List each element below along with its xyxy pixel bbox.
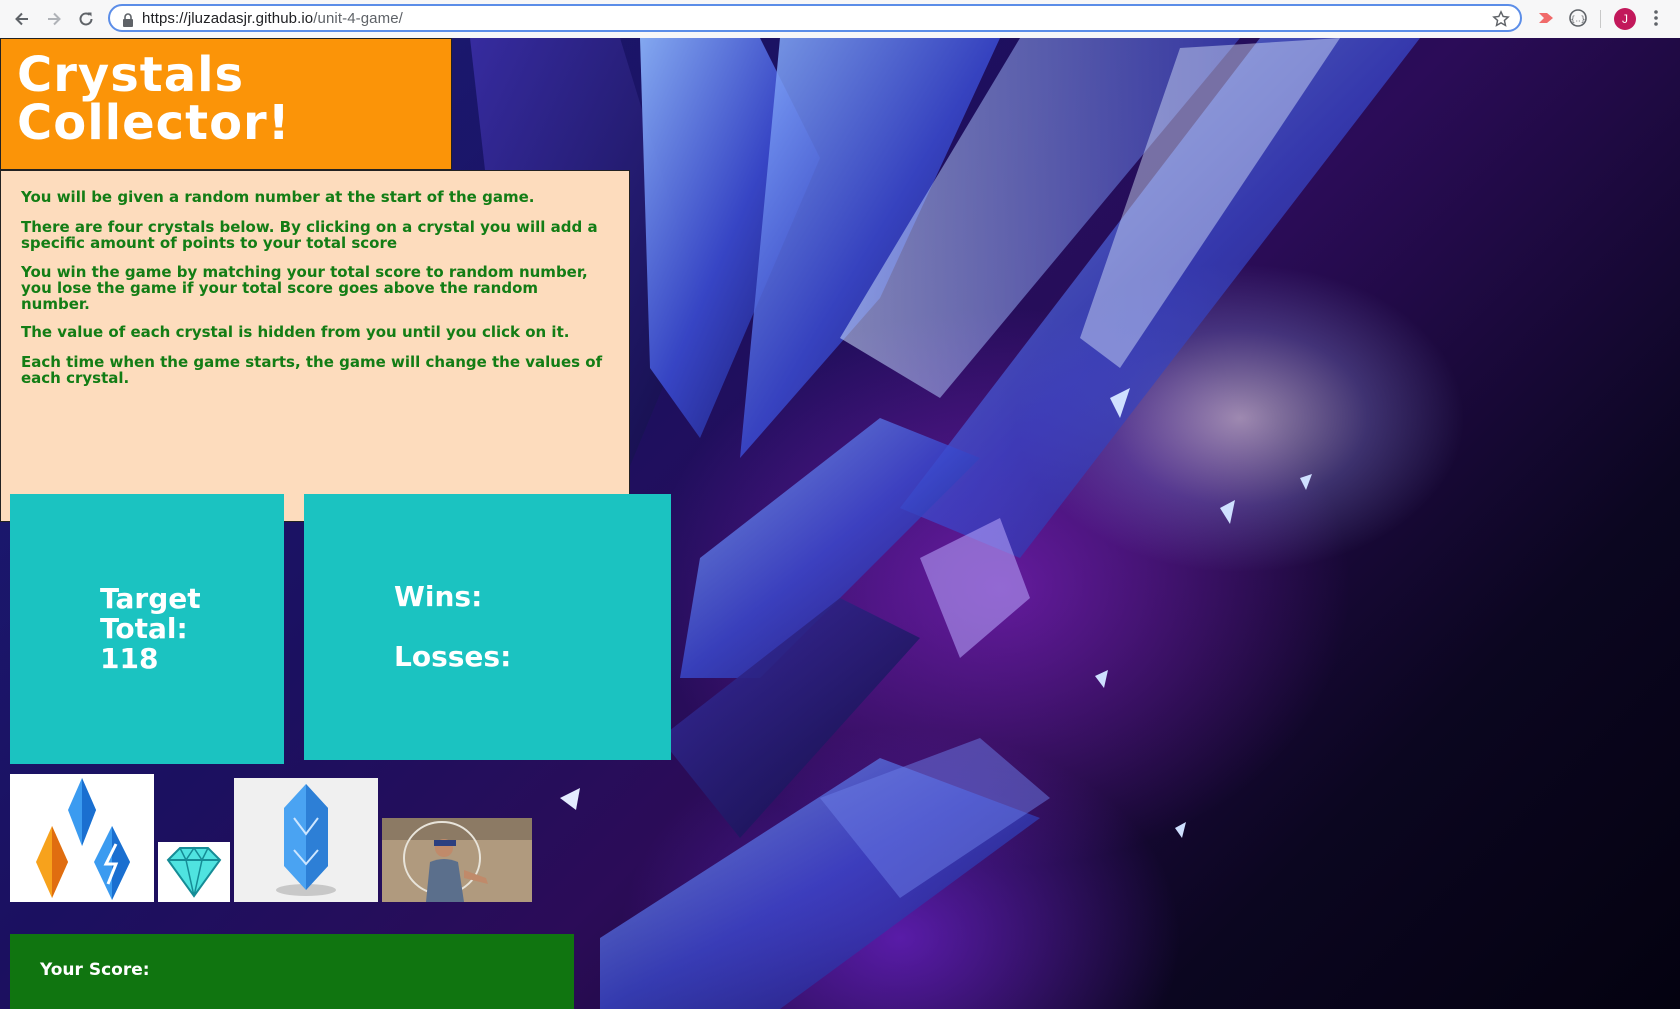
url-text: https://jluzadasjr.github.io/unit-4-game… xyxy=(142,10,403,27)
extension-red-icon[interactable] xyxy=(1536,8,1556,32)
instruction-1: You will be given a random number at the… xyxy=(21,188,535,206)
instructions-panel: You will be given a random number at the… xyxy=(0,170,630,522)
wins-label: Wins: xyxy=(394,580,483,613)
address-bar[interactable]: https://jluzadasjr.github.io/unit-4-game… xyxy=(108,4,1522,32)
instruction-2: There are four crystals below. By clicki… xyxy=(21,218,598,252)
extension-circle-icon[interactable]: {..} xyxy=(1568,8,1588,32)
page-viewport: Crystals Collector! You will be given a … xyxy=(0,38,1680,1009)
title-panel: Crystals Collector! xyxy=(0,38,452,170)
back-icon[interactable] xyxy=(10,7,34,31)
blue-crystal-icon xyxy=(276,784,336,896)
man-with-lasso-image xyxy=(382,818,532,902)
url-host: https://jluzadasjr.github.io xyxy=(142,10,314,27)
target-total-panel: Target Total: 118 xyxy=(10,494,284,764)
diamond-icon xyxy=(166,846,222,898)
wins-losses-panel: Wins: Losses: xyxy=(304,494,671,760)
crystal-button-4[interactable] xyxy=(382,818,532,902)
instruction-4: The value of each crystal is hidden from… xyxy=(21,323,570,341)
forward-icon[interactable] xyxy=(42,7,66,31)
menu-kebab-icon[interactable] xyxy=(1650,8,1662,32)
divider xyxy=(1600,10,1601,28)
target-value: 118 xyxy=(100,642,159,675)
browser-toolbar: https://jluzadasjr.github.io/unit-4-game… xyxy=(0,0,1680,39)
score-panel: Your Score: xyxy=(10,934,574,1009)
score-label: Your Score: xyxy=(40,960,150,980)
crystal-button-1[interactable] xyxy=(10,774,154,902)
target-label-line-1: Target xyxy=(100,582,201,615)
losses-label: Losses: xyxy=(394,640,512,673)
target-label-line-2: Total: xyxy=(100,612,188,645)
svg-text:{..}: {..} xyxy=(1570,15,1585,24)
target-total: Target Total: 118 xyxy=(100,584,201,674)
three-crystals-icon xyxy=(36,778,130,900)
instruction-5: Each time when the game starts, the game… xyxy=(21,353,603,387)
crystal-button-3[interactable] xyxy=(234,778,378,902)
url-path: /unit-4-game/ xyxy=(313,10,403,27)
reload-icon[interactable] xyxy=(74,7,98,31)
bookmark-star-icon[interactable] xyxy=(1492,10,1510,32)
lock-icon xyxy=(122,12,134,31)
profile-avatar[interactable]: J xyxy=(1614,8,1636,30)
crystal-button-2[interactable] xyxy=(158,842,230,902)
instruction-3: You win the game by matching your total … xyxy=(21,263,588,313)
page-title: Crystals Collector! xyxy=(17,51,291,147)
title-line-2: Collector! xyxy=(17,95,291,151)
